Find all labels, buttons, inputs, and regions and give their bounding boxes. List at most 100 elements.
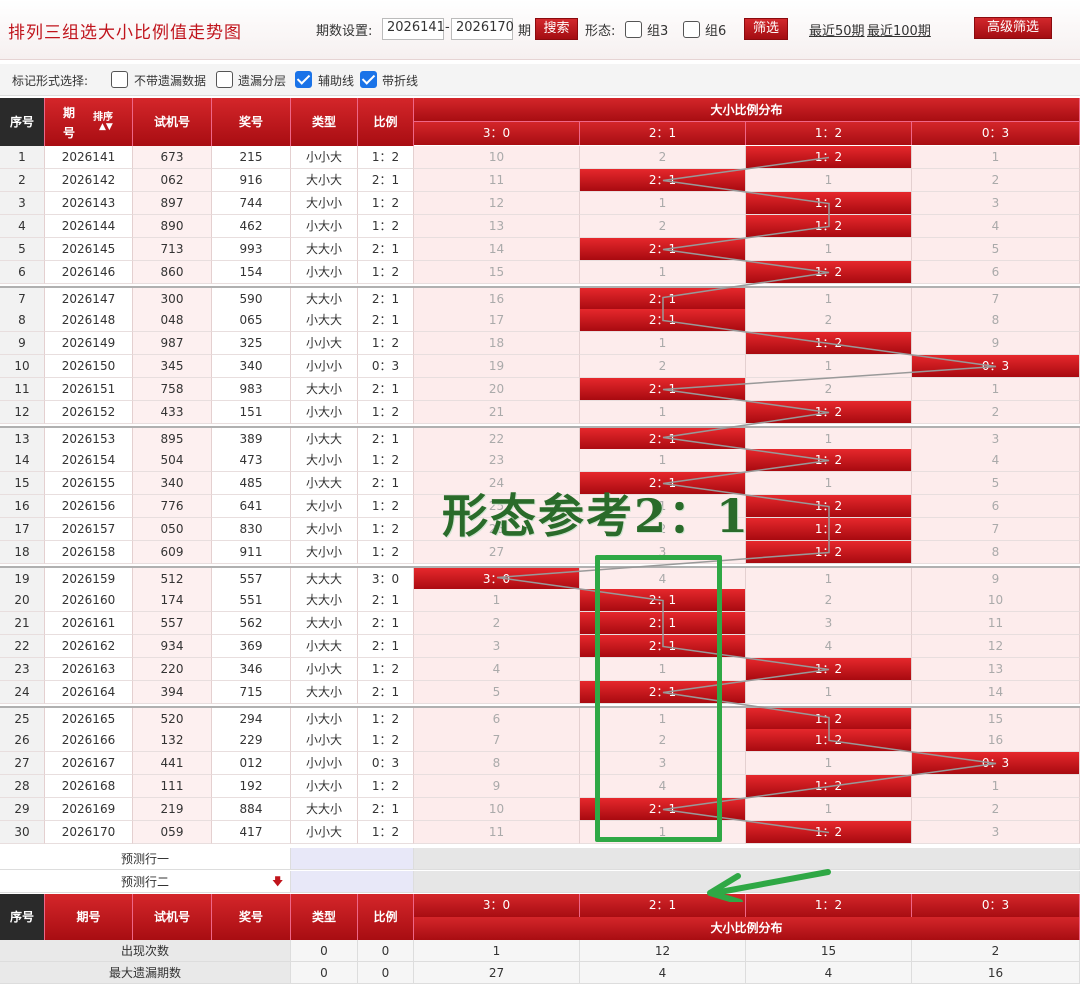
- recent-100-link[interactable]: 最近100期: [867, 20, 931, 39]
- cell-p: 2026155: [45, 472, 133, 495]
- period-to-input[interactable]: 2026170: [451, 18, 514, 40]
- ratio-miss-cell: 10: [414, 798, 580, 821]
- cell-t: 897: [133, 192, 212, 215]
- predict-row-1[interactable]: 预测行一: [0, 848, 291, 870]
- search-button[interactable]: 搜索: [535, 18, 578, 40]
- table-row[interactable]: 6 2026146 860 154 小大小 1：2 15 1 1：2 6: [0, 261, 1080, 284]
- aux-line-label: 辅助线: [318, 74, 355, 88]
- table-row[interactable]: 7 2026147 300 590 大大小 2：1 16 2：1 1 7: [0, 286, 1080, 311]
- table-row[interactable]: 25 2026165 520 294 小大小 1：2 6 1 1：2 15: [0, 706, 1080, 731]
- zu3-checkbox[interactable]: [625, 21, 642, 38]
- table-row[interactable]: 14 2026154 504 473 大小小 1：2 23 1 1：2 4: [0, 449, 1080, 472]
- cell-ty: 小大小: [291, 708, 358, 731]
- cell-i: 12: [0, 401, 45, 424]
- cell-ty: 小大小: [291, 261, 358, 284]
- table-row[interactable]: 21 2026161 557 562 大大小 2：1 2 2：1 3 11: [0, 612, 1080, 635]
- cell-p: 2026150: [45, 355, 133, 378]
- cell-ty: 小小小: [291, 752, 358, 775]
- zu6-checkbox[interactable]: [683, 21, 700, 38]
- ratio-miss-cell: 8: [912, 541, 1080, 564]
- cell-d: 715: [212, 681, 291, 704]
- stat-value: 15: [746, 940, 912, 962]
- ratio-miss-cell: 5: [912, 472, 1080, 495]
- table-row[interactable]: 13 2026153 895 389 小大大 2：1 22 2：1 1 3: [0, 426, 1080, 451]
- miss-layer-checkbox[interactable]: [216, 71, 233, 88]
- cell-d: 325: [212, 332, 291, 355]
- ratio-miss-cell: 10: [414, 146, 580, 169]
- ratio-hit-cell: 1：2: [746, 821, 912, 844]
- ratio-miss-cell: 2: [912, 401, 1080, 424]
- fold-line-label: 带折线: [382, 74, 419, 88]
- table-row[interactable]: 30 2026170 059 417 小小大 1：2 11 1 1：2 3: [0, 821, 1080, 844]
- cell-p: 2026153: [45, 428, 133, 451]
- cell-r: 1：2: [358, 215, 414, 238]
- aux-line-checkbox[interactable]: [295, 71, 312, 88]
- cell-p: 2026147: [45, 288, 133, 311]
- cell-i: 27: [0, 752, 45, 775]
- footer-index-header: 序号: [0, 894, 45, 940]
- table-row[interactable]: 26 2026166 132 229 小小大 1：2 7 2 1：2 16: [0, 729, 1080, 752]
- col-period-header[interactable]: 期 号 排序 ▲▼: [45, 98, 133, 146]
- no-miss-data-checkbox[interactable]: [111, 71, 128, 88]
- advanced-filter-button[interactable]: 高级筛选: [974, 17, 1052, 39]
- table-row[interactable]: 29 2026169 219 884 大大小 2：1 10 2：1 1 2: [0, 798, 1080, 821]
- footer-trial-header: 试机号: [133, 894, 212, 940]
- stat-type: 0: [291, 962, 358, 984]
- cell-ty: 大小小: [291, 449, 358, 472]
- cell-r: 2：1: [358, 635, 414, 658]
- table-row[interactable]: 12 2026152 433 151 小大小 1：2 21 1 1：2 2: [0, 401, 1080, 424]
- cell-t: 433: [133, 401, 212, 424]
- ratio-miss-cell: 7: [414, 729, 580, 752]
- top-toolbar: 排列三组选大小比例值走势图 期数设置: 2026141 - 2026170 期 …: [0, 0, 1080, 60]
- sort-arrows-icon[interactable]: ▲▼: [99, 122, 113, 132]
- table-row[interactable]: 20 2026160 174 551 大大小 2：1 1 2：1 2 10: [0, 589, 1080, 612]
- predict-row-1-input[interactable]: [291, 848, 414, 870]
- cell-i: 24: [0, 681, 45, 704]
- predict-row-2-input[interactable]: [291, 871, 414, 893]
- predict-row-2[interactable]: 预测行二 🡇: [0, 871, 291, 893]
- ratio-hit-cell: 1：2: [746, 401, 912, 424]
- recent-50-link[interactable]: 最近50期: [809, 20, 865, 39]
- cell-t: 340: [133, 472, 212, 495]
- table-row[interactable]: 19 2026159 512 557 大大大 3：0 3：0 4 1 9: [0, 566, 1080, 591]
- ratio-miss-cell: 1: [580, 401, 746, 424]
- cell-ty: 小大大: [291, 309, 358, 332]
- page-title: 排列三组选大小比例值走势图: [8, 23, 242, 43]
- cell-p: 2026145: [45, 238, 133, 261]
- cell-i: 23: [0, 658, 45, 681]
- zu3-label: 组3: [647, 24, 669, 39]
- table-row[interactable]: 28 2026168 111 192 小大小 1：2 9 4 1：2 1: [0, 775, 1080, 798]
- table-row[interactable]: 22 2026162 934 369 小大大 2：1 3 2：1 4 12: [0, 635, 1080, 658]
- ratio-hit-cell: 1：2: [746, 146, 912, 169]
- table-row[interactable]: 23 2026163 220 346 小小大 1：2 4 1 1：2 13: [0, 658, 1080, 681]
- stat-value: 16: [912, 962, 1080, 984]
- table-row[interactable]: 11 2026151 758 983 大大小 2：1 20 2：1 2 1: [0, 378, 1080, 401]
- cell-i: 28: [0, 775, 45, 798]
- cell-p: 2026156: [45, 495, 133, 518]
- table-row[interactable]: 10 2026150 345 340 小小小 0：3 19 2 1 0：3: [0, 355, 1080, 378]
- period-from-input[interactable]: 2026141: [382, 18, 445, 40]
- table-row[interactable]: 27 2026167 441 012 小小小 0：3 8 3 1 0：3: [0, 752, 1080, 775]
- table-row[interactable]: 5 2026145 713 993 大大小 2：1 14 2：1 1 5: [0, 238, 1080, 261]
- fold-line-checkbox[interactable]: [360, 71, 377, 88]
- ratio-miss-cell: 2: [912, 169, 1080, 192]
- mark-options-label: 标记形式选择:: [12, 74, 89, 88]
- ratio-hit-cell: 1：2: [746, 192, 912, 215]
- table-row[interactable]: 9 2026149 987 325 小小大 1：2 18 1 1：2 9: [0, 332, 1080, 355]
- period-unit: 期: [518, 24, 532, 39]
- table-row[interactable]: 3 2026143 897 744 大小小 1：2 12 1 1：2 3: [0, 192, 1080, 215]
- arrow-down-icon[interactable]: 🡇: [272, 871, 283, 893]
- table-row[interactable]: 24 2026164 394 715 大大小 2：1 5 2：1 1 14: [0, 681, 1080, 704]
- table-row[interactable]: 4 2026144 890 462 小大小 1：2 13 2 1：2 4: [0, 215, 1080, 238]
- sort-label[interactable]: 排序: [93, 108, 113, 123]
- ratio-miss-cell: 2: [746, 378, 912, 401]
- table-row[interactable]: 2 2026142 062 916 大小大 2：1 11 2：1 1 2: [0, 169, 1080, 192]
- ratio-col-header-2: 1：2: [746, 122, 912, 145]
- cell-r: 2：1: [358, 309, 414, 332]
- cell-t: 062: [133, 169, 212, 192]
- table-row[interactable]: 1 2026141 673 215 小小大 1：2 10 2 1：2 1: [0, 146, 1080, 169]
- table-row[interactable]: 8 2026148 048 065 小大大 2：1 17 2：1 2 8: [0, 309, 1080, 332]
- footer-draw-header: 奖号: [212, 894, 291, 940]
- filter-button[interactable]: 筛选: [744, 18, 788, 40]
- cell-ty: 小大大: [291, 428, 358, 451]
